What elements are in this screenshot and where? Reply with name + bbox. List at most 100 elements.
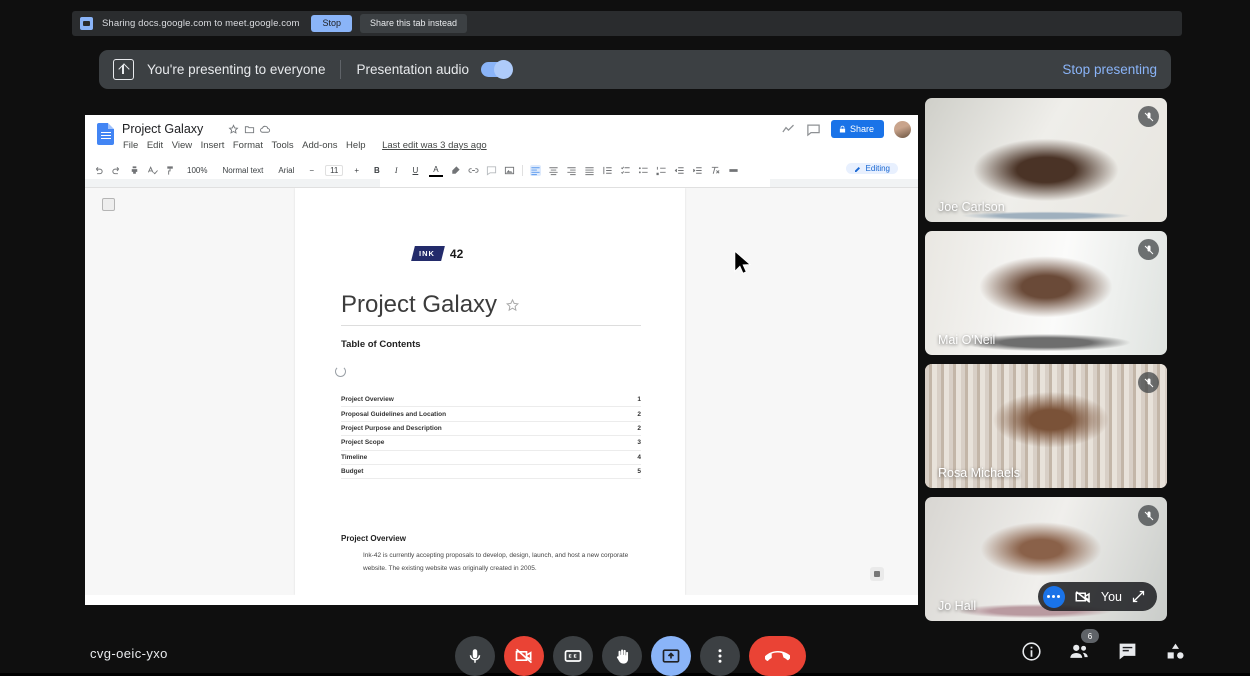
pencil-icon — [854, 165, 862, 173]
docs-document-area[interactable]: INK 42 Project Galaxy Table of Contents … — [85, 188, 918, 595]
decrease-font-size-button[interactable]: − — [305, 165, 318, 176]
menu-edit[interactable]: Edit — [147, 140, 163, 151]
menu-file[interactable]: File — [123, 140, 138, 151]
star-icon[interactable] — [228, 124, 239, 135]
menu-view[interactable]: View — [172, 140, 192, 151]
menu-help[interactable]: Help — [346, 140, 366, 151]
menu-addons[interactable]: Add-ons — [302, 140, 337, 151]
list-item[interactable]: Project Overview1 — [341, 393, 641, 407]
bottom-right-actions: 6 — [1020, 640, 1186, 662]
menu-tools[interactable]: Tools — [271, 140, 293, 151]
align-center-icon[interactable] — [548, 165, 559, 176]
list-item[interactable]: Budget5 — [341, 465, 641, 479]
zoom-selector[interactable]: 100% — [183, 165, 211, 176]
insert-link-icon[interactable] — [468, 165, 479, 176]
info-icon — [1021, 641, 1042, 662]
increase-indent-icon[interactable] — [692, 165, 703, 176]
justify-icon[interactable] — [584, 165, 595, 176]
paragraph-style-selector[interactable]: Normal text — [218, 165, 267, 176]
underline-icon[interactable]: U — [409, 165, 423, 176]
chat-button[interactable] — [1116, 640, 1138, 662]
docs-ruler[interactable] — [85, 179, 918, 188]
stop-sharing-button[interactable]: Stop — [311, 15, 352, 32]
participant-name: Rosa Michaels — [938, 466, 1020, 480]
highlight-color-icon[interactable] — [450, 165, 461, 176]
increase-font-size-button[interactable]: + — [350, 165, 363, 176]
activities-button[interactable] — [1164, 640, 1186, 662]
leave-call-button[interactable] — [749, 636, 806, 676]
toc-title: Project Purpose and Description — [341, 425, 442, 432]
heading-rule — [341, 325, 641, 326]
align-left-icon[interactable] — [530, 165, 541, 176]
raise-hand-button[interactable] — [602, 636, 642, 676]
camera-off-icon[interactable] — [1074, 588, 1092, 606]
call-controls — [455, 636, 806, 676]
font-size-field[interactable]: 11 — [325, 165, 343, 176]
explore-icon[interactable] — [870, 567, 884, 581]
show-everyone-button[interactable]: 6 — [1068, 640, 1090, 662]
bold-icon[interactable]: B — [370, 165, 384, 176]
toc-page: 2 — [637, 425, 641, 432]
menu-insert[interactable]: Insert — [201, 140, 225, 151]
paint-format-icon[interactable] — [165, 165, 176, 176]
more-options-icon[interactable] — [1043, 586, 1065, 608]
document-page[interactable]: INK 42 Project Galaxy Table of Contents … — [295, 188, 685, 595]
participant-tile-jo-hall[interactable]: Jo Hall You — [925, 497, 1167, 621]
last-edit-label[interactable]: Last edit was 3 days ago — [382, 140, 487, 151]
text-style-icon[interactable] — [728, 165, 739, 176]
numbered-list-icon[interactable] — [656, 165, 667, 176]
closed-captions-icon — [563, 646, 583, 666]
more-options-button[interactable] — [700, 636, 740, 676]
avatar[interactable] — [894, 121, 911, 138]
menu-format[interactable]: Format — [233, 140, 263, 151]
share-button[interactable]: Share — [831, 120, 884, 138]
checklist-icon[interactable] — [620, 165, 631, 176]
activity-dashboard-icon[interactable] — [781, 122, 796, 137]
doc-title[interactable]: Project Galaxy — [122, 122, 203, 136]
microphone-button[interactable] — [455, 636, 495, 676]
captions-button[interactable] — [553, 636, 593, 676]
mic-off-icon — [1138, 372, 1159, 393]
presentation-audio-toggle[interactable] — [481, 62, 512, 77]
insert-image-icon[interactable] — [504, 165, 515, 176]
present-now-button[interactable] — [651, 636, 691, 676]
camera-button[interactable] — [504, 636, 544, 676]
spellcheck-icon[interactable] — [147, 165, 158, 176]
list-item[interactable]: Project Scope3 — [341, 436, 641, 450]
expand-tile-icon[interactable] — [1131, 589, 1146, 604]
bulleted-list-icon[interactable] — [638, 165, 649, 176]
share-this-tab-button[interactable]: Share this tab instead — [360, 14, 467, 33]
chat-icon — [1117, 641, 1138, 662]
mic-off-icon — [1138, 505, 1159, 526]
comment-history-icon[interactable] — [806, 122, 821, 137]
sharing-message: Sharing docs.google.com to meet.google.c… — [102, 18, 299, 29]
brand-logo: INK 42 — [413, 246, 685, 261]
list-item[interactable]: Project Purpose and Description 2 — [341, 422, 641, 436]
decrease-indent-icon[interactable] — [674, 165, 685, 176]
undo-icon[interactable] — [93, 165, 104, 176]
participant-tile-rosa-michaels[interactable]: Rosa Michaels — [925, 364, 1167, 488]
font-selector[interactable]: Arial — [274, 165, 298, 176]
add-comment-icon[interactable] — [486, 165, 497, 176]
document-outline-icon[interactable] — [102, 198, 115, 211]
line-spacing-icon[interactable] — [602, 165, 613, 176]
align-right-icon[interactable] — [566, 165, 577, 176]
editing-mode-label: Editing — [866, 164, 890, 173]
participant-tile-joe-carlson[interactable]: Joe Carlson — [925, 98, 1167, 222]
meeting-details-button[interactable] — [1020, 640, 1042, 662]
list-item[interactable]: Proposal Guidelines and Location2 — [341, 407, 641, 421]
stop-presenting-button[interactable]: Stop presenting — [1062, 62, 1157, 77]
participant-tile-mai-oneil[interactable]: Mai O'Neil — [925, 231, 1167, 355]
editing-mode-selector[interactable]: Editing — [846, 163, 898, 174]
present-to-all-icon — [661, 646, 681, 666]
refresh-toc-icon[interactable] — [335, 366, 346, 377]
meet-presenting-screen: Sharing docs.google.com to meet.google.c… — [0, 0, 1250, 673]
move-to-folder-icon[interactable] — [244, 124, 255, 135]
cloud-saved-icon[interactable] — [260, 124, 271, 135]
print-icon[interactable] — [129, 165, 140, 176]
list-item[interactable]: Timeline4 — [341, 451, 641, 465]
italic-icon[interactable]: I — [391, 165, 402, 176]
clear-formatting-icon[interactable] — [710, 165, 721, 176]
text-color-icon[interactable]: A — [429, 164, 442, 177]
redo-icon[interactable] — [111, 165, 122, 176]
